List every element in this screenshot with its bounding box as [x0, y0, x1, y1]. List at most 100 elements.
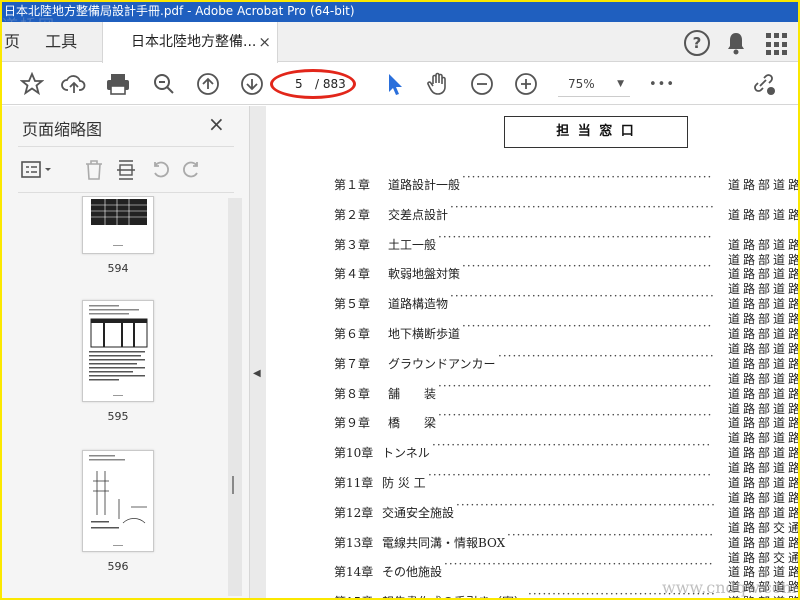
- thumbnail-page-594[interactable]: [82, 196, 154, 254]
- toc-leader-dots: ········································…: [462, 170, 713, 184]
- tab-home-tools: 页 工具: [2, 22, 102, 62]
- toc-title: 橋 梁: [388, 416, 437, 430]
- toc-title: 舗 装: [388, 387, 437, 401]
- toc-leader-dots: ········································…: [432, 438, 712, 452]
- toc-chapter: 第８章: [334, 387, 371, 401]
- toc-leader-dots: ········································…: [462, 259, 713, 273]
- options-menu-icon[interactable]: [20, 158, 56, 182]
- apps-grid-icon[interactable]: [766, 30, 792, 56]
- chevron-down-icon: ▼: [617, 79, 624, 89]
- page-down-icon[interactable]: [238, 70, 266, 98]
- toc-chapter: 第６章: [334, 327, 371, 341]
- hand-icon[interactable]: [424, 70, 452, 98]
- toc-title: 報告書作成の手引き（案）: [382, 593, 526, 598]
- toc-row: 第２章 交差点設計 ································…: [334, 200, 798, 224]
- watermark-bottom-right: www.cndqw.com: [662, 578, 797, 597]
- thumbnail-label: 595: [107, 410, 129, 423]
- scrollbar-thumb[interactable]: [232, 476, 234, 494]
- toc-chapter: 第13章: [334, 536, 374, 550]
- toc-leader-dots: ········································…: [450, 200, 715, 214]
- zoom-out-icon[interactable]: [468, 70, 496, 98]
- toc-leader-dots: ········································…: [456, 498, 716, 512]
- toc-title: 土工一般: [388, 238, 437, 252]
- tab-home[interactable]: 页: [4, 32, 20, 51]
- toc-leader-dots: ········································…: [507, 528, 715, 542]
- rotate-left-icon[interactable]: [148, 158, 172, 182]
- divider: [18, 192, 234, 193]
- page-thumbnails-panel: 页面缩略图 × 594 595 596: [2, 106, 250, 598]
- toc-title: 道路設計一般: [388, 178, 461, 192]
- share-link-icon[interactable]: [750, 70, 778, 98]
- zoom-select[interactable]: 75% ▼: [558, 71, 630, 97]
- bookmark-star-icon[interactable]: [18, 70, 46, 98]
- toc-leader-dots: ········································…: [498, 349, 715, 363]
- toc-title: 地下横断歩道: [388, 327, 461, 341]
- toc-chapter: 第10章: [334, 446, 374, 460]
- rotate-right-icon[interactable]: [180, 158, 204, 182]
- more-icon[interactable]: •••: [648, 70, 676, 98]
- toc-title: 道路構造物: [388, 297, 449, 311]
- toc-leader-dots: ········································…: [438, 408, 713, 422]
- window-title: 日本北陸地方整備局設計手冊.pdf - Adobe Acrobat Pro (6…: [4, 4, 355, 18]
- thumbnail-page-595[interactable]: [82, 300, 154, 402]
- zoom-value: 75%: [568, 77, 595, 91]
- page-up-icon[interactable]: [194, 70, 222, 98]
- print-icon[interactable]: [104, 70, 132, 98]
- toc-leader-dots: ········································…: [444, 557, 714, 571]
- toc-chapter: 第２章: [334, 208, 371, 222]
- toc-chapter: 第15章: [334, 593, 373, 598]
- toc-leader-dots: ········································…: [450, 289, 715, 303]
- toc-chapter: 第３章: [334, 238, 371, 252]
- toc-chapter: 第９章: [334, 416, 371, 430]
- tab-bar: 页 工具 日本北陸地方整備... × ?: [2, 22, 798, 63]
- main-toolbar: 5 / 883 75% ▼ •••: [2, 63, 798, 105]
- upload-cloud-icon[interactable]: [60, 70, 88, 98]
- page-current-input[interactable]: 5: [295, 77, 303, 91]
- toc-chapter: 第11章: [334, 476, 374, 490]
- tab-tools[interactable]: 工具: [45, 32, 77, 51]
- tab-document[interactable]: 日本北陸地方整備... ×: [102, 22, 278, 63]
- toc-title: 軟弱地盤対策: [388, 267, 461, 281]
- page-heading: 担 当 窓 口: [504, 116, 688, 148]
- zoom-in-icon[interactable]: [512, 70, 540, 98]
- thumbnail-list: 594 595 596: [18, 196, 226, 596]
- thumbnail-label: 594: [107, 262, 129, 275]
- bell-icon[interactable]: [724, 30, 750, 56]
- toc-chapter: 第12章: [334, 506, 374, 520]
- toc-leader-dots: ········································…: [438, 379, 713, 393]
- document-view[interactable]: 担 当 窓 口 第１章 道路設計一般 ·······················…: [266, 106, 798, 598]
- zoom-search-icon[interactable]: [150, 70, 178, 98]
- toc-leader-dots: ········································…: [428, 468, 713, 482]
- thumbnail-page-596[interactable]: [82, 450, 154, 552]
- toc-chapter: 第５章: [334, 297, 371, 311]
- toc-leader-dots: ········································…: [438, 230, 713, 244]
- toc-leader-dots: ········································…: [462, 319, 713, 333]
- toc-chapter: 第１章: [334, 178, 371, 192]
- toc-chapter: 第14章: [334, 565, 374, 579]
- acrobat-window: 日本北陸地方整備局設計手冊.pdf - Adobe Acrobat Pro (6…: [2, 2, 798, 598]
- trash-icon[interactable]: [82, 158, 106, 182]
- close-icon[interactable]: ×: [208, 112, 225, 136]
- toc-title: 防 災 工: [382, 476, 426, 490]
- chevron-left-icon: ◀: [253, 368, 261, 379]
- page-navigator[interactable]: 5 / 883: [270, 69, 356, 99]
- extract-page-icon[interactable]: [114, 158, 138, 182]
- toc-row: 第１章 道路設計一般 ·······························…: [334, 170, 798, 194]
- thumbnail-label: 596: [107, 560, 129, 573]
- toc-department: 道路部道路: [728, 178, 798, 192]
- select-pointer-icon[interactable]: [380, 70, 408, 98]
- window-titlebar: 日本北陸地方整備局設計手冊.pdf - Adobe Acrobat Pro (6…: [2, 2, 798, 22]
- panel-collapse-handle[interactable]: ◀: [250, 106, 266, 598]
- toc-title: 交差点設計: [388, 208, 449, 222]
- toc-chapter: 第４章: [334, 267, 371, 281]
- thumbnail-scrollbar[interactable]: [228, 198, 242, 596]
- toc-title: 交通安全施設: [382, 506, 455, 520]
- help-icon[interactable]: ?: [684, 30, 710, 56]
- page-total: / 883: [315, 77, 346, 91]
- toc-title: 電線共同溝・情報BOX: [382, 536, 506, 550]
- tab-document-label: 日本北陸地方整備...: [131, 34, 257, 50]
- toc-title: グラウンドアンカー: [388, 357, 496, 371]
- close-icon[interactable]: ×: [258, 22, 271, 62]
- toc-chapter: 第７章: [334, 357, 371, 371]
- toc-department: 道路部道路: [728, 208, 798, 222]
